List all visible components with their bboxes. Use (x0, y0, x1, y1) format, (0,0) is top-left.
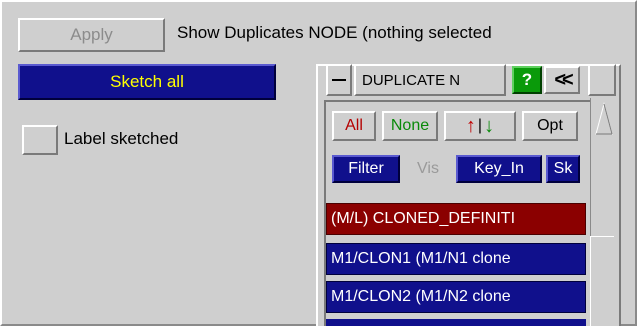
status-text: Show Duplicates NODE (nothing selected (177, 23, 492, 42)
double-chevron-left-icon: << (554, 68, 573, 91)
sketch-button[interactable]: Sk (546, 155, 580, 183)
sort-button[interactable]: ↑ | ↓ (444, 111, 516, 141)
arrow-down-icon: ↓ (484, 114, 495, 137)
list-item[interactable]: M1/CLON2 (M1/N2 clone (326, 281, 586, 313)
scrollbar-thumb[interactable] (590, 236, 614, 326)
sketch-all-button[interactable]: Sketch all (18, 64, 276, 100)
key-in-button[interactable]: Key_In (456, 155, 542, 183)
filter-button[interactable]: Filter (332, 155, 400, 183)
sort-separator: | (477, 117, 483, 134)
list-item[interactable]: M1/CLON1 (M1/N1 clone (326, 243, 586, 275)
label-sketched-label: Label sketched (64, 129, 179, 148)
vis-button[interactable]: Vis (404, 155, 452, 183)
select-none-button[interactable]: None (382, 111, 438, 141)
panel-title: DUPLICATE N (354, 64, 506, 96)
label-sketched-checkbox[interactable] (22, 125, 58, 155)
scroll-up-arrow-icon[interactable] (594, 100, 614, 138)
help-button[interactable]: ? (512, 66, 542, 94)
apply-button[interactable]: Apply (18, 18, 165, 52)
minimize-button[interactable] (326, 64, 352, 96)
select-all-button[interactable]: All (332, 111, 376, 141)
list-item[interactable]: (M/L) CLONED_DEFINITI (326, 203, 586, 235)
collapse-button[interactable]: << (544, 66, 580, 94)
panel-corner-button[interactable] (588, 64, 616, 96)
list-item-partial[interactable] (326, 319, 586, 326)
options-button[interactable]: Opt (522, 111, 578, 141)
minus-icon (332, 79, 346, 81)
arrow-up-icon: ↑ (465, 114, 476, 137)
